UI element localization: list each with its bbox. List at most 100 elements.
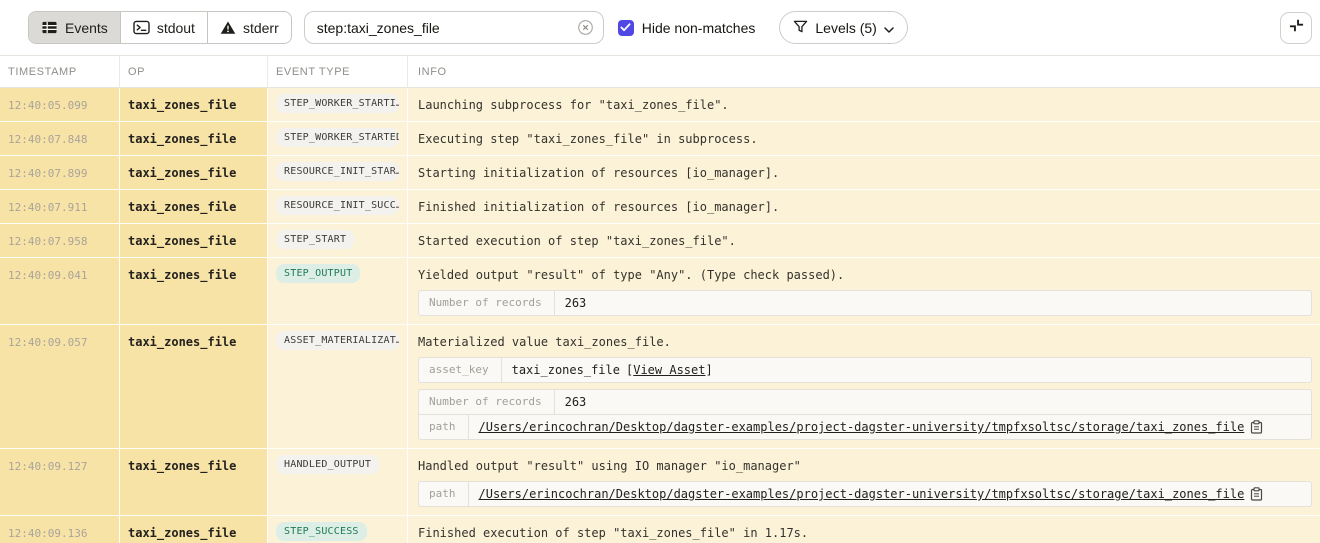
metadata-key: path <box>419 415 469 439</box>
levels-label: Levels (5) <box>815 20 876 36</box>
metadata-value: taxi_zones_file [View Asset] <box>502 358 723 382</box>
tab-events[interactable]: Events <box>29 12 121 43</box>
timestamp-cell[interactable]: 12:40:07.958 <box>0 224 120 258</box>
metadata-value: /Users/erincochran/Desktop/dagster-examp… <box>469 482 1274 506</box>
log-event-row[interactable]: 12:40:09.136taxi_zones_fileSTEP_SUCCESSF… <box>0 516 1320 543</box>
header-op: OP <box>120 56 268 87</box>
op-cell: taxi_zones_file <box>120 258 268 325</box>
event-type-cell: STEP_OUTPUT <box>268 258 408 325</box>
log-event-row[interactable]: 12:40:07.958taxi_zones_fileSTEP_STARTSta… <box>0 224 1320 258</box>
op-cell: taxi_zones_file <box>120 190 268 224</box>
metadata-value-text: 263 <box>565 295 587 311</box>
metadata-table: Number of records263 <box>418 290 1312 316</box>
info-cell: Executing step "taxi_zones_file" in subp… <box>408 122 1320 156</box>
info-cell: Finished execution of step "taxi_zones_f… <box>408 516 1320 543</box>
event-type-cell: RESOURCE_INIT_STAR… <box>268 156 408 190</box>
log-table-header: TIMESTAMP OP EVENT TYPE INFO <box>0 55 1320 88</box>
copy-icon[interactable] <box>1250 487 1263 501</box>
event-type-badge: RESOURCE_INIT_SUCC… <box>276 196 399 215</box>
event-type-badge: STEP_WORKER_STARTED <box>276 128 399 147</box>
event-type-cell: STEP_WORKER_STARTI… <box>268 88 408 122</box>
tab-stdout-label: stdout <box>157 20 195 36</box>
op-cell: taxi_zones_file <box>120 88 268 122</box>
metadata-value-text: taxi_zones_file <box>512 362 620 378</box>
log-event-row[interactable]: 12:40:09.041taxi_zones_file STEP_OUTPUT Yi… <box>0 258 1320 325</box>
info-text: Handled output "result" using IO manager… <box>418 459 1312 474</box>
log-view-tabs: Events stdout stderr <box>28 11 292 44</box>
metadata-row: Number of records263 <box>419 291 1311 315</box>
timestamp-cell[interactable]: 12:40:07.848 <box>0 122 120 156</box>
event-type-badge: HANDLED_OUTPUT <box>276 455 379 474</box>
info-text: Finished initialization of resources [io… <box>418 200 1312 215</box>
event-type-cell: HANDLED_OUTPUT <box>268 449 408 516</box>
metadata-value: 263 <box>555 291 597 315</box>
log-filter-input[interactable] <box>317 20 571 36</box>
log-toolbar: Events stdout stderr Hide non-matches <box>0 0 1320 55</box>
metadata-row: asset_key taxi_zones_file [View Asset] <box>419 358 1311 382</box>
event-type-cell: STEP_SUCCESS <box>268 516 408 543</box>
hide-non-matches-control: Hide non-matches <box>618 20 756 36</box>
path-link[interactable]: /Users/erincochran/Desktop/dagster-examp… <box>479 486 1245 502</box>
copy-icon[interactable] <box>1250 420 1263 434</box>
log-event-row[interactable]: 12:40:05.099taxi_zones_file STEP_WORKER_S… <box>0 88 1320 122</box>
event-type-badge: STEP_WORKER_STARTI… <box>276 94 399 113</box>
log-event-row[interactable]: 12:40:07.899taxi_zones_file RESOURCE_INIT… <box>0 156 1320 190</box>
metadata-key: path <box>419 482 469 506</box>
log-event-row[interactable]: 12:40:09.127taxi_zones_file HANDLED_OUTPU… <box>0 449 1320 516</box>
metadata-row: path/Users/erincochran/Desktop/dagster-e… <box>419 414 1311 439</box>
info-cell: Starting initialization of resources [io… <box>408 156 1320 190</box>
event-type-badge: STEP_SUCCESS <box>276 522 367 541</box>
info-text: Materialized value taxi_zones_file. <box>418 335 1312 350</box>
filter-icon <box>793 19 808 37</box>
event-type-badge: RESOURCE_INIT_STAR… <box>276 162 399 181</box>
event-type-cell: ASSET_MATERIALIZAT… <box>268 325 408 449</box>
op-cell: taxi_zones_file <box>120 122 268 156</box>
log-event-row[interactable]: 12:40:07.848taxi_zones_file STEP_WORKER_S… <box>0 122 1320 156</box>
warning-icon <box>220 20 236 35</box>
tab-stderr[interactable]: stderr <box>208 12 291 43</box>
hide-non-matches-checkbox[interactable] <box>618 20 634 36</box>
metadata-key: asset_key <box>419 358 502 382</box>
metadata-row: Number of records263 <box>419 390 1311 414</box>
view-asset-wrapper: [View Asset] <box>626 362 713 378</box>
timestamp-cell[interactable]: 12:40:09.136 <box>0 516 120 543</box>
info-cell: Finished initialization of resources [io… <box>408 190 1320 224</box>
levels-dropdown[interactable]: Levels (5) <box>779 11 907 44</box>
metadata-key: Number of records <box>419 390 555 414</box>
event-type-cell: STEP_WORKER_STARTED <box>268 122 408 156</box>
timestamp-cell[interactable]: 12:40:09.057 <box>0 325 120 449</box>
metadata-value: /Users/erincochran/Desktop/dagster-examp… <box>469 415 1274 439</box>
op-cell: taxi_zones_file <box>120 325 268 449</box>
terminal-icon <box>133 20 150 35</box>
table-icon <box>41 20 58 35</box>
event-type-cell: RESOURCE_INIT_SUCC… <box>268 190 408 224</box>
metadata-row: path/Users/erincochran/Desktop/dagster-e… <box>419 482 1311 506</box>
path-link[interactable]: /Users/erincochran/Desktop/dagster-examp… <box>479 419 1245 435</box>
view-asset-link[interactable]: View Asset <box>633 363 705 377</box>
timestamp-cell[interactable]: 12:40:07.911 <box>0 190 120 224</box>
event-type-cell: STEP_START <box>268 224 408 258</box>
hide-non-matches-label: Hide non-matches <box>642 20 756 36</box>
tab-stdout[interactable]: stdout <box>121 12 208 43</box>
timestamp-cell[interactable]: 12:40:09.041 <box>0 258 120 325</box>
info-cell: Started execution of step "taxi_zones_fi… <box>408 224 1320 258</box>
op-cell: taxi_zones_file <box>120 449 268 516</box>
timestamp-cell[interactable]: 12:40:09.127 <box>0 449 120 516</box>
timestamp-cell[interactable]: 12:40:05.099 <box>0 88 120 122</box>
timestamp-cell[interactable]: 12:40:07.899 <box>0 156 120 190</box>
op-cell: taxi_zones_file <box>120 156 268 190</box>
chevron-down-icon <box>884 20 894 36</box>
info-cell: Handled output "result" using IO manager… <box>408 449 1320 516</box>
event-type-badge: STEP_OUTPUT <box>276 264 360 283</box>
log-event-row[interactable]: 12:40:09.057taxi_zones_fileASSET_MATERIA… <box>0 325 1320 449</box>
info-text: Starting initialization of resources [io… <box>418 166 1312 181</box>
event-type-badge: STEP_START <box>276 230 354 249</box>
collapse-panel-button[interactable] <box>1280 12 1312 44</box>
info-text: Yielded output "result" of type "Any". (… <box>418 268 1312 283</box>
collapse-icon <box>1288 17 1305 39</box>
log-filter-searchbox <box>304 11 604 44</box>
log-event-row[interactable]: 12:40:07.911taxi_zones_file RESOURCE_INIT… <box>0 190 1320 224</box>
clear-filter-icon[interactable] <box>577 19 594 36</box>
info-text: Executing step "taxi_zones_file" in subp… <box>418 132 1312 147</box>
header-info: INFO <box>408 56 1320 87</box>
